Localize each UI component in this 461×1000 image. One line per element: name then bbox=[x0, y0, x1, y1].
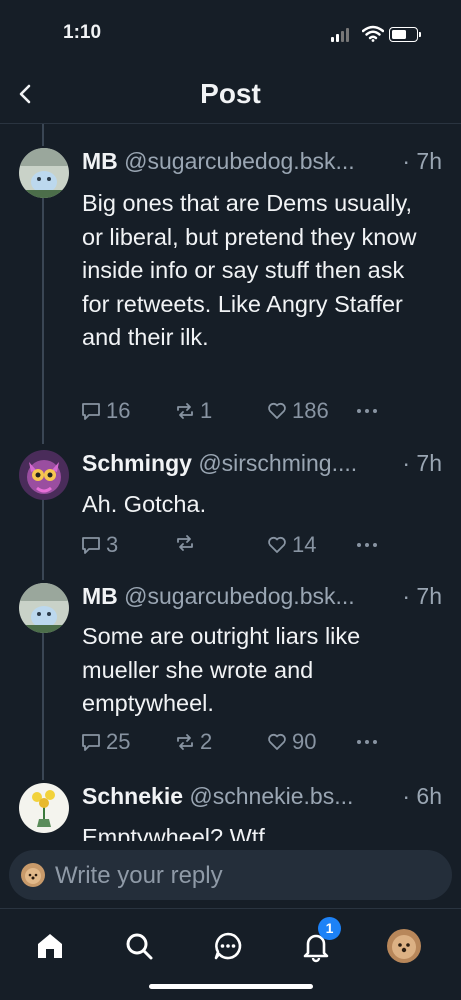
like-button[interactable]: 90 bbox=[266, 729, 316, 755]
heart-icon bbox=[268, 402, 286, 419]
avatar[interactable] bbox=[19, 148, 69, 198]
post-time: · 6h bbox=[398, 783, 442, 810]
reply-count: 25 bbox=[106, 729, 131, 754]
post-actions: 16 1 186 bbox=[80, 398, 400, 424]
repost-icon bbox=[177, 535, 193, 551]
profile-avatar[interactable] bbox=[387, 929, 421, 963]
avatar[interactable] bbox=[19, 783, 69, 833]
like-count: 90 bbox=[292, 729, 317, 754]
post[interactable]: MB @sugarcubedog.bsk... · 7h Some are ou… bbox=[0, 583, 461, 763]
repost-button[interactable] bbox=[174, 532, 200, 554]
heart-icon bbox=[268, 536, 286, 553]
post-header: MB @sugarcubedog.bsk... bbox=[82, 148, 442, 175]
reply-count: 16 bbox=[106, 398, 131, 423]
reply-icon bbox=[82, 734, 100, 751]
post[interactable]: Schnekie @schnekie.bs... · 6h Emptywheel… bbox=[0, 783, 461, 841]
like-count: 186 bbox=[292, 398, 329, 423]
ellipsis-icon bbox=[357, 409, 377, 413]
page-title: Post bbox=[200, 78, 261, 109]
post[interactable]: MB @sugarcubedog.bsk... · 7h Big ones th… bbox=[0, 148, 461, 438]
repost-count: 2 bbox=[200, 729, 213, 754]
ellipsis-icon bbox=[357, 740, 377, 744]
author-name[interactable]: Schmingy bbox=[82, 450, 192, 476]
search-icon[interactable] bbox=[122, 929, 156, 963]
reply-button[interactable]: 25 bbox=[80, 729, 130, 755]
post-header: Schnekie @schnekie.bs... bbox=[82, 783, 442, 810]
ellipsis-icon bbox=[357, 543, 377, 547]
more-options-button[interactable] bbox=[356, 542, 378, 548]
author-handle[interactable]: @schnekie.bs... bbox=[189, 783, 353, 809]
reply-button[interactable]: 16 bbox=[80, 398, 130, 424]
author-handle[interactable]: @sugarcubedog.bsk... bbox=[124, 583, 354, 609]
reply-icon bbox=[82, 537, 100, 554]
repost-icon bbox=[177, 403, 193, 419]
more-options-button[interactable] bbox=[356, 739, 378, 745]
author-name[interactable]: Schnekie bbox=[82, 783, 183, 809]
post-time: · 7h bbox=[398, 583, 442, 610]
repost-button[interactable]: 1 bbox=[174, 398, 212, 424]
reply-input[interactable]: Write your reply bbox=[9, 850, 452, 900]
header: Post bbox=[0, 62, 461, 124]
more-options-button[interactable] bbox=[356, 408, 378, 414]
post-actions: 3 14 bbox=[80, 532, 400, 558]
home-indicator bbox=[149, 984, 313, 989]
post[interactable]: Schmingy @sirschming.... · 7h Ah. Gotcha… bbox=[0, 450, 461, 560]
post-text: Big ones that are Dems usually, or liber… bbox=[82, 190, 417, 350]
signal-icon bbox=[331, 28, 349, 42]
heart-icon bbox=[268, 733, 286, 750]
post-header: MB @sugarcubedog.bsk... bbox=[82, 583, 442, 610]
reply-icon bbox=[82, 403, 100, 420]
author-name[interactable]: MB bbox=[82, 583, 118, 609]
notification-badge: 1 bbox=[318, 917, 341, 940]
like-button[interactable]: 186 bbox=[266, 398, 329, 424]
thread-line bbox=[42, 124, 44, 146]
wifi-icon bbox=[362, 25, 384, 42]
author-handle[interactable]: @sirschming.... bbox=[198, 450, 357, 476]
post-actions: 25 2 90 bbox=[80, 729, 400, 755]
battery-icon bbox=[389, 27, 418, 42]
author-handle[interactable]: @sugarcubedog.bsk... bbox=[124, 148, 354, 174]
status-bar: 1:10 bbox=[0, 0, 461, 62]
user-avatar bbox=[21, 863, 45, 887]
reply-count: 3 bbox=[106, 532, 119, 557]
post-text: Some are outright liars like mueller she… bbox=[82, 623, 361, 716]
reply-button[interactable]: 3 bbox=[80, 532, 118, 558]
post-time: · 7h bbox=[398, 148, 442, 175]
repost-count: 1 bbox=[200, 398, 213, 423]
avatar[interactable] bbox=[19, 583, 69, 633]
repost-button[interactable]: 2 bbox=[174, 729, 212, 755]
home-icon[interactable] bbox=[33, 929, 67, 963]
post-time: · 7h bbox=[398, 450, 442, 477]
like-count: 14 bbox=[292, 532, 317, 557]
battery-nub bbox=[419, 32, 421, 37]
reply-placeholder: Write your reply bbox=[55, 862, 223, 889]
post-header: Schmingy @sirschming.... bbox=[82, 450, 442, 477]
status-time: 1:10 bbox=[63, 22, 102, 43]
post-text: Ah. Gotcha. bbox=[82, 491, 207, 517]
author-name[interactable]: MB bbox=[82, 148, 118, 174]
post-text: Emptywheel? Wtf bbox=[82, 824, 265, 841]
like-button[interactable]: 14 bbox=[266, 532, 316, 558]
chat-icon[interactable] bbox=[211, 929, 245, 963]
avatar[interactable] bbox=[19, 450, 69, 500]
repost-icon bbox=[177, 734, 193, 750]
